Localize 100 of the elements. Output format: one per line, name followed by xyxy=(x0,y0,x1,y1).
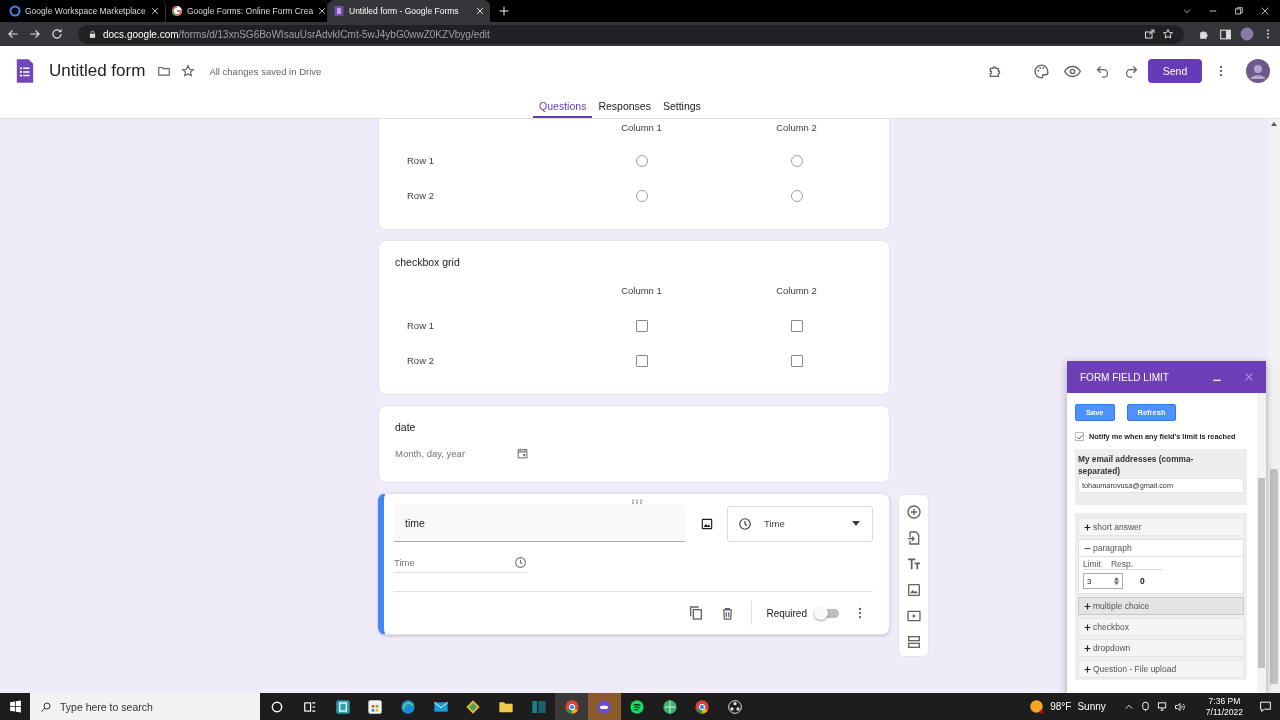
send-button[interactable]: Send xyxy=(1148,59,1202,83)
checkbox[interactable] xyxy=(790,354,803,367)
avatar-icon[interactable] xyxy=(1240,27,1254,41)
form-tab[interactable]: Responses xyxy=(592,96,657,118)
store-bag-icon[interactable] xyxy=(367,698,384,715)
speaker-icon[interactable] xyxy=(1173,700,1186,713)
required-label: Required xyxy=(766,607,807,619)
row-label: Row 1 xyxy=(407,320,434,331)
image-icon[interactable] xyxy=(700,516,714,531)
checkmark-icon xyxy=(1075,432,1084,441)
folder-icon[interactable] xyxy=(157,64,172,78)
checkbox[interactable] xyxy=(635,354,648,367)
video-icon[interactable] xyxy=(905,608,922,624)
title-text-icon[interactable] xyxy=(905,556,922,572)
copy-icon[interactable] xyxy=(688,605,705,621)
chrome-browser-icon[interactable] xyxy=(563,698,580,715)
puzzle-piece-icon[interactable] xyxy=(987,63,1003,79)
sun-icon[interactable] xyxy=(1029,699,1045,714)
field-type-section[interactable]: paragraph xyxy=(1078,539,1244,557)
question-title: checkbox grid xyxy=(395,256,460,268)
temperature[interactable]: 98°F xyxy=(1050,701,1072,712)
question-card[interactable]: checkbox grid Column 1 Column 2 Row 1 Row 2 xyxy=(378,240,890,395)
marketplace-icon xyxy=(9,5,21,17)
url-path: /forms/d/13xnSG6BoWIsauUsrAdvkICmt-5wJ4ybG0wwZ0KZVbyg/edit xyxy=(178,28,490,40)
import-icon[interactable] xyxy=(905,530,922,546)
row-label: Row 1 xyxy=(407,155,434,166)
field-type-section[interactable]: Question - File upload xyxy=(1078,660,1244,678)
game-controller-icon[interactable] xyxy=(596,698,613,715)
question-card[interactable]: Column 1 Column 2 Row 1 Row 2 xyxy=(378,119,890,230)
checkbox[interactable] xyxy=(790,319,803,332)
avatar-icon[interactable] xyxy=(1246,59,1270,83)
chrome-browser-icon[interactable] xyxy=(694,698,711,715)
field-type-section[interactable]: multiple choice xyxy=(1078,597,1244,615)
field-type-section[interactable]: dropdown xyxy=(1078,639,1244,657)
close-icon[interactable] xyxy=(317,6,328,16)
required-toggle[interactable] xyxy=(817,608,839,618)
scrollbar[interactable] xyxy=(1257,393,1266,693)
side-panel-icon[interactable] xyxy=(1219,27,1232,41)
reload-icon[interactable] xyxy=(50,27,64,41)
field-type-section[interactable]: short answer xyxy=(1078,518,1244,536)
form-title[interactable]: Untitled form xyxy=(49,61,146,81)
network-icon[interactable] xyxy=(1156,701,1168,712)
question-title-field[interactable]: time xyxy=(394,505,685,542)
clock-icon xyxy=(514,556,527,569)
taskbar-search-field[interactable]: Type here to search xyxy=(30,693,260,720)
form-tab[interactable]: Settings xyxy=(656,96,707,118)
field-type-section[interactable]: checkbox xyxy=(1078,618,1244,636)
image-icon[interactable] xyxy=(905,582,922,598)
edge-browser-icon[interactable] xyxy=(400,698,417,715)
column-header: Limit xyxy=(1083,559,1101,569)
forms-logo-icon[interactable] xyxy=(15,58,35,84)
spinner-arrows-icon xyxy=(1114,577,1119,585)
save-status: All changes saved in Drive xyxy=(209,65,322,77)
time-answer-field: Time xyxy=(394,556,527,573)
plus-icon xyxy=(1084,523,1091,531)
share-icon[interactable] xyxy=(1144,28,1156,40)
back-arrow-icon[interactable] xyxy=(6,27,20,41)
weather-label[interactable]: Sunny xyxy=(1077,701,1106,712)
drag-handle-icon[interactable] xyxy=(630,499,643,504)
undo-icon[interactable] xyxy=(1095,63,1110,79)
question-title: date xyxy=(395,421,416,433)
cortana-circle-icon[interactable] xyxy=(270,699,285,714)
multicolor-ring-icon xyxy=(171,5,183,17)
scroll-up-arrow-icon[interactable] xyxy=(1271,122,1277,126)
checkbox[interactable] xyxy=(1075,432,1084,441)
question-type-dropdown[interactable]: Time xyxy=(727,505,873,542)
browser-tab[interactable]: Untitled form - Google Forms xyxy=(328,0,490,22)
meet-now-icon[interactable] xyxy=(1139,701,1151,712)
panel-title: FORM FIELD LIMIT xyxy=(1080,371,1169,383)
spotify-circle-icon[interactable] xyxy=(628,698,645,715)
search-icon xyxy=(40,700,52,713)
clock-date[interactable]: 7/11/2022 xyxy=(1205,706,1243,718)
clock-time[interactable]: 7:36 PM xyxy=(1208,695,1241,707)
redo-icon[interactable] xyxy=(1124,63,1139,79)
obs-circle-icon[interactable] xyxy=(726,698,743,715)
clock-icon xyxy=(738,516,752,531)
address-bar[interactable]: docs.google.com/forms/d/13xnSG6BoWIsauUsrAdvkICmt-5wJ4ybG0wwZ0KZVbyg/edit xyxy=(78,24,1184,44)
globe-icon[interactable] xyxy=(661,698,678,715)
row-label: Row 2 xyxy=(407,355,434,366)
section-icon[interactable] xyxy=(905,634,922,650)
limit-input[interactable]: 3 xyxy=(1083,573,1123,589)
forms-favicon-icon xyxy=(333,5,345,17)
restore-icon[interactable] xyxy=(1234,6,1244,16)
app-tile-icon[interactable] xyxy=(530,698,547,715)
date-field: Month, day, year xyxy=(395,447,529,482)
new-tab-plus-icon[interactable] xyxy=(498,5,510,17)
question-card[interactable]: date Month, day, year xyxy=(378,405,890,483)
task-view-icon[interactable] xyxy=(303,699,318,714)
email-label: My email addresses (comma-separated) xyxy=(1078,453,1195,477)
windows-logo-icon[interactable] xyxy=(8,700,22,713)
chevron-down-icon[interactable] xyxy=(1182,6,1192,16)
add-circle-icon[interactable] xyxy=(905,504,922,520)
notification-icon[interactable] xyxy=(1259,700,1272,713)
scrollbar[interactable] xyxy=(1268,119,1280,693)
diamond-app-icon[interactable] xyxy=(465,698,482,715)
checkbox[interactable] xyxy=(635,319,648,332)
column-header: Column 1 xyxy=(621,284,662,296)
star-icon[interactable] xyxy=(181,64,196,78)
palette-icon[interactable] xyxy=(1033,62,1050,80)
app-tile-icon[interactable] xyxy=(334,698,351,715)
